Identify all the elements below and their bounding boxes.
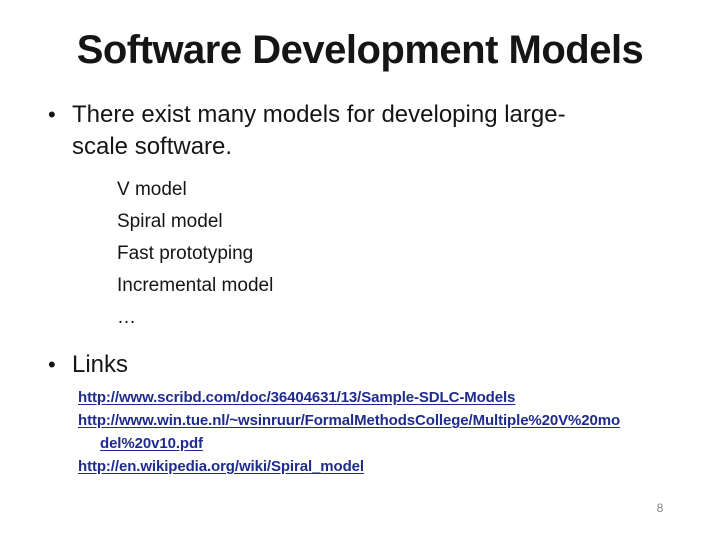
bullet-marker: • — [48, 352, 56, 377]
bullet-text-links: Links — [72, 349, 128, 381]
bullet-marker: • — [48, 102, 56, 127]
page-number: 8 — [656, 501, 664, 515]
bullet-item-links: • Links — [48, 349, 128, 381]
link-scribd-sdlc-models[interactable]: http://www.scribd.com/doc/36404631/13/Sa… — [78, 386, 620, 409]
bullet-item-intro: • There exist many models for developing… — [48, 99, 566, 163]
list-item-ellipsis: … — [117, 307, 136, 328]
text-line: Links — [72, 351, 129, 378]
link-wikipedia-spiral-model[interactable]: http://en.wikipedia.org/wiki/Spiral_mode… — [78, 455, 620, 478]
text-line: There exist many models for developing l… — [72, 101, 566, 128]
link-text-line: del%20v10.pdf — [100, 435, 203, 452]
text-line: scale software. — [72, 133, 233, 160]
slide-title: Software Development Models — [76, 28, 644, 72]
link-text-line: http://www.scribd.com/doc/36404631/13/Sa… — [78, 389, 516, 406]
model-list: V model Spiral model Fast prototyping In… — [117, 174, 273, 334]
bullet-text-intro: There exist many models for developing l… — [72, 99, 566, 163]
link-text-line: http://www.win.tue.nl/~wsinruur/FormalMe… — [78, 412, 621, 429]
list-item-spiral-model: Spiral model — [117, 211, 223, 232]
presentation-slide: Software Development Models • There exis… — [0, 0, 720, 540]
list-item-fast-prototyping: Fast prototyping — [117, 243, 254, 264]
link-tue-formal-methods-pdf[interactable]: http://www.win.tue.nl/~wsinruur/FormalMe… — [78, 409, 620, 455]
list-item-incremental-model: Incremental model — [117, 275, 274, 296]
link-text-line: http://en.wikipedia.org/wiki/Spiral_mode… — [78, 458, 364, 475]
links-block: http://www.scribd.com/doc/36404631/13/Sa… — [78, 386, 620, 478]
list-item-v-model: V model — [117, 179, 187, 200]
